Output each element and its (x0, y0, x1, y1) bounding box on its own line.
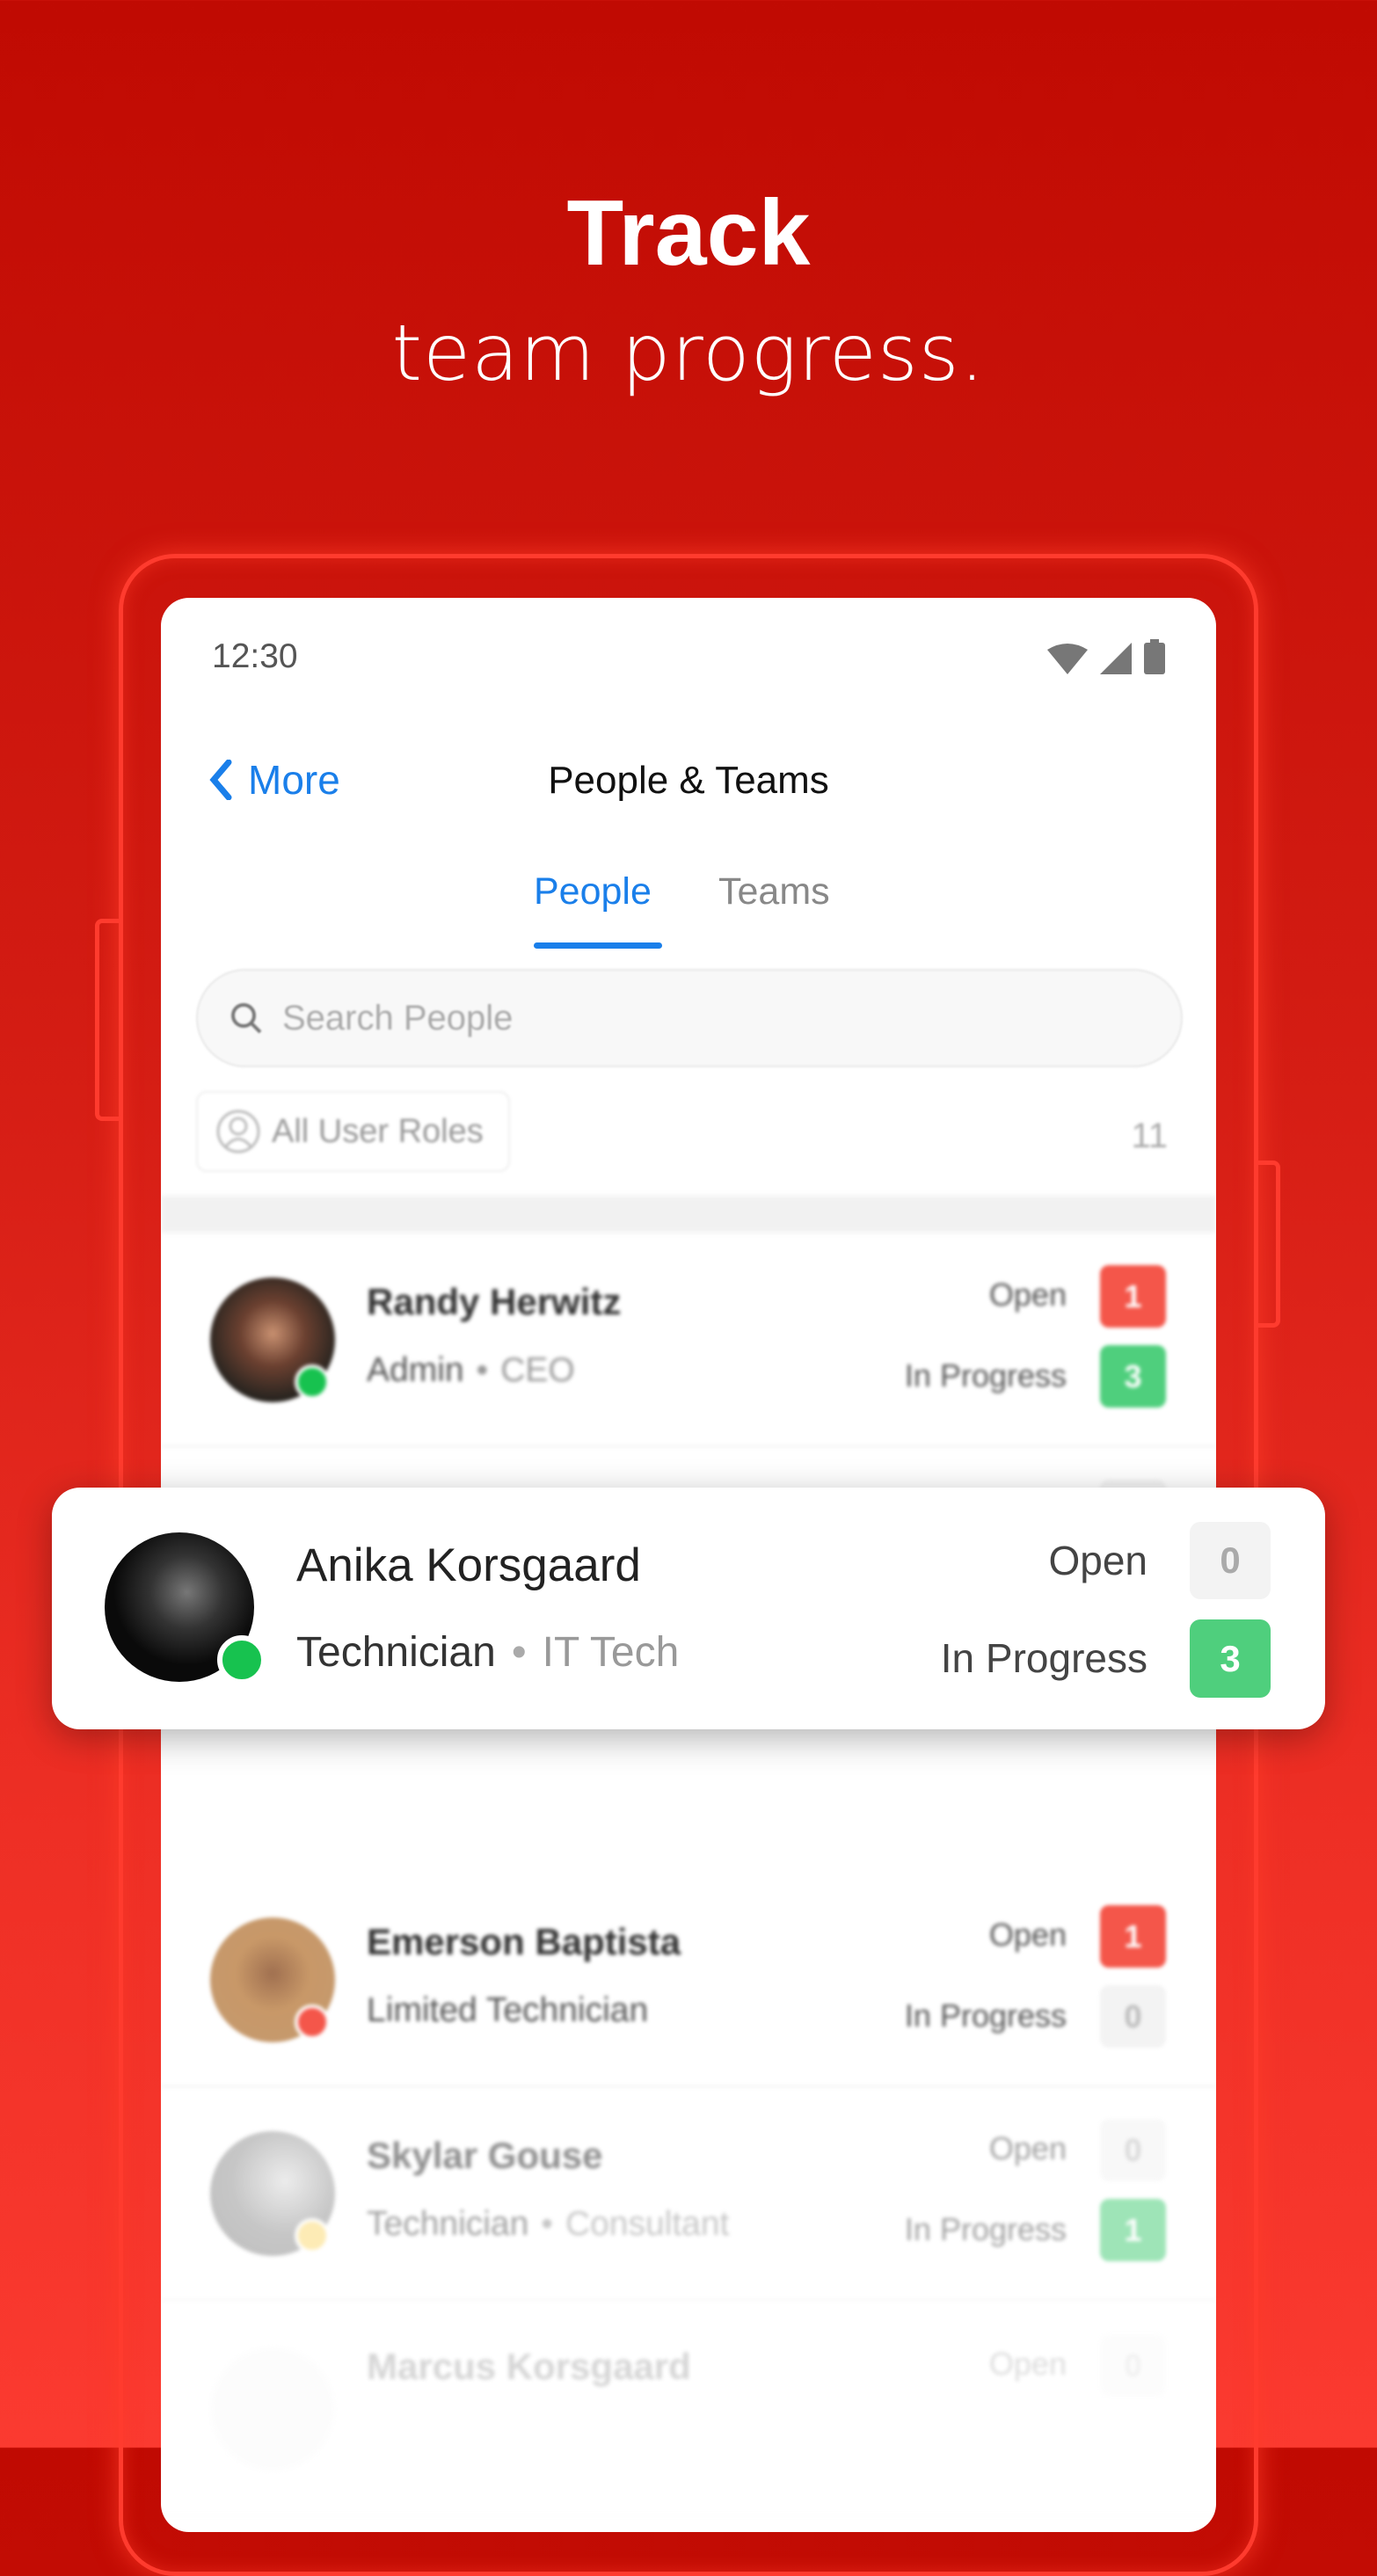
filter-label: All User Roles (272, 1112, 484, 1150)
open-count-badge: 1 (1100, 1265, 1166, 1328)
in-progress-label: In Progress (904, 1357, 1067, 1394)
list-item[interactable]: Marcus Korsgaard Open 0 (161, 2302, 1216, 2516)
search-icon (231, 1003, 262, 1034)
role: Technician (296, 1629, 496, 1676)
person-role: Admin • CEO (367, 1351, 575, 1390)
highlighted-person-card[interactable]: Anika Korsgaard Technician • IT Tech Open … (52, 1488, 1325, 1729)
job-title: Consultant (565, 2205, 730, 2243)
phone-side-button (1254, 1161, 1280, 1328)
open-count-badge: 0 (1100, 2119, 1166, 2181)
list-item[interactable]: Emerson Baptista Limited Technician Open In… (161, 1873, 1216, 2087)
tab-teams[interactable]: Teams (718, 870, 830, 913)
page-title: People & Teams (548, 759, 829, 802)
person-name: Anika Korsgaard (296, 1539, 641, 1591)
open-count-badge: 1 (1100, 1905, 1166, 1968)
separator-dot: • (511, 1629, 527, 1676)
separator-dot: • (541, 2205, 553, 2243)
signal-icon (1100, 643, 1132, 674)
role: Admin (367, 1351, 464, 1389)
open-label: Open (988, 1277, 1067, 1313)
hero-title: Track (566, 181, 811, 285)
battery-icon (1144, 639, 1165, 674)
person-role: Technician • IT Tech (296, 1628, 679, 1677)
open-count-badge: 0 (1100, 2334, 1166, 2397)
wifi-icon (1047, 644, 1088, 674)
open-label: Open (1048, 1538, 1148, 1583)
person-name: Skylar Gouse (367, 2135, 603, 2176)
in-progress-count-badge: 3 (1190, 1619, 1271, 1698)
person-role: Limited Technician (367, 1991, 648, 2030)
user-roles-filter[interactable]: All User Roles (196, 1091, 510, 1172)
status-dot (295, 2218, 330, 2253)
in-progress-count-badge: 1 (1100, 2199, 1166, 2261)
role: Limited Technician (367, 1991, 649, 2029)
in-progress-label: In Progress (904, 2211, 1067, 2247)
open-count-badge: 0 (1190, 1522, 1271, 1599)
in-progress-label: In Progress (940, 1635, 1148, 1681)
user-icon (216, 1110, 260, 1153)
online-status-dot (217, 1635, 266, 1685)
active-tab-indicator (534, 942, 662, 949)
in-progress-count-badge: 3 (1100, 1345, 1166, 1408)
people-count: 11 (1131, 1117, 1168, 1155)
avatar (210, 2347, 335, 2471)
in-progress-label: In Progress (904, 1997, 1067, 2034)
person-name: Randy Herwitz (367, 1281, 622, 1322)
status-dot (295, 1364, 330, 1400)
tab-people[interactable]: People (534, 870, 652, 913)
search-input[interactable]: Search People (196, 969, 1183, 1067)
open-label: Open (988, 1917, 1067, 1953)
open-label: Open (988, 2346, 1067, 2382)
status-icons (1047, 639, 1165, 674)
search-placeholder: Search People (282, 998, 514, 1037)
person-name: Emerson Baptista (367, 1921, 681, 1962)
separator-dot: • (476, 1351, 489, 1389)
in-progress-count-badge: 0 (1100, 1985, 1166, 2048)
person-name: Marcus Korsgaard (367, 2346, 691, 2387)
hero-subtitle: team progress. (391, 308, 986, 398)
role: Technician (367, 2205, 529, 2243)
list-item[interactable]: Skylar Gouse Technician • Consultant Open In … (161, 2086, 1216, 2301)
list-item[interactable]: Randy Herwitz Admin • CEO Open In Progress 1 3 (161, 1233, 1216, 1447)
status-dot (295, 2005, 330, 2040)
divider (161, 1196, 1216, 1233)
job-title: CEO (500, 1351, 575, 1389)
open-label: Open (988, 2130, 1067, 2166)
job-title: IT Tech (542, 1629, 680, 1676)
status-time: 12:30 (212, 637, 298, 675)
person-role: Technician • Consultant (367, 2205, 729, 2244)
phone-side-button (95, 919, 121, 1121)
